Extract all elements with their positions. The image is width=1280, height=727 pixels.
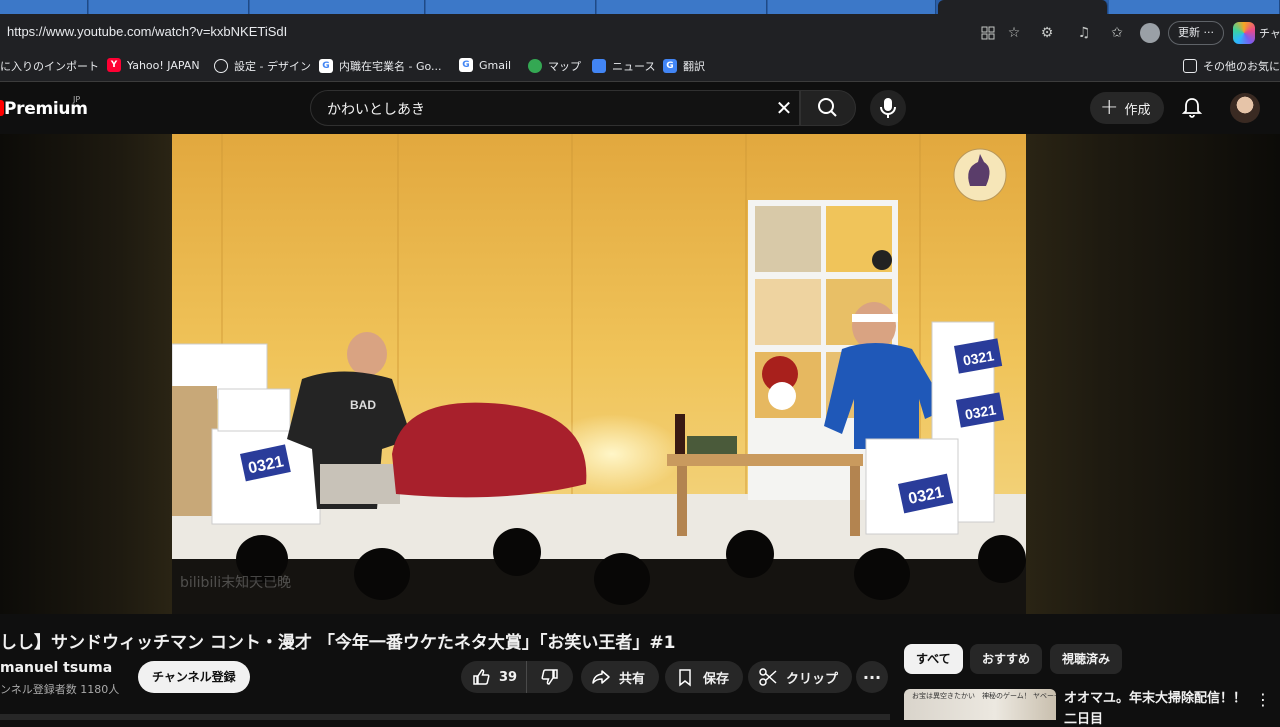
google-icon: G <box>319 59 333 73</box>
thumbnail-caption: お宝は異空きたかい 神秘のゲーム！ ヤベーぞ!! <box>912 692 1056 700</box>
like-count: 39 <box>499 669 518 685</box>
profile-icon[interactable] <box>1140 23 1160 43</box>
recommendation-title[interactable]: オオマユ。年末大掃除配信！！ <box>1064 690 1254 708</box>
like-button[interactable]: 39 <box>461 661 527 693</box>
video-frame[interactable]: 0321 BAD 0321 0321 0321 bilibili末知天已晚 <box>172 134 1026 614</box>
yahoo-icon: Y <box>107 58 121 72</box>
clip-button[interactable]: クリップ <box>748 661 853 693</box>
browser-tab[interactable] <box>426 0 596 14</box>
search-button[interactable] <box>800 90 856 126</box>
ambient-glow-right <box>1026 134 1280 614</box>
bookmarks-bar: に入りのインポート Y Yahoo! JAPAN 設定 - デザイン G 内職在… <box>0 51 1280 82</box>
address-bar: https://www.youtube.com/watch?v=kxbNKETi… <box>0 14 1280 51</box>
share-arrow-icon <box>592 670 610 684</box>
bookmark-import[interactable]: に入りのインポート <box>0 58 99 74</box>
browser-tab[interactable] <box>597 0 767 14</box>
thumbs-up-icon <box>473 669 490 685</box>
create-button[interactable]: + 作成 <box>1090 92 1165 124</box>
bookmark-yahoo[interactable]: Y Yahoo! JAPAN <box>107 58 200 72</box>
bookmark-news[interactable]: ニュース <box>592 58 655 74</box>
chip-recommended[interactable]: おすすめ <box>970 644 1043 674</box>
logo-region: JP <box>73 95 81 104</box>
extensions-icon[interactable]: ⚙ <box>1037 23 1057 43</box>
notifications-bell-icon[interactable] <box>1180 96 1204 120</box>
favorites-list-icon[interactable]: ✩ <box>1107 23 1127 43</box>
bookmark-icon <box>679 669 691 687</box>
plus-icon: + <box>1100 95 1119 120</box>
ambient-glow-left <box>0 134 172 614</box>
browser-tab[interactable] <box>0 0 88 14</box>
app-available-icon[interactable] <box>978 23 998 43</box>
search-input[interactable]: かわいとしあき ✕ <box>310 90 800 126</box>
like-dislike-group: 39 <box>461 661 573 693</box>
browser-tab[interactable] <box>89 0 249 14</box>
update-button[interactable]: 更新 ··· <box>1168 21 1224 45</box>
news-icon <box>592 59 606 73</box>
bookmark-settings[interactable]: 設定 - デザイン <box>214 58 311 74</box>
video-player[interactable]: 0321 BAD 0321 0321 0321 bilibili末知天已晚 <box>0 134 1280 614</box>
browser-tab[interactable] <box>250 0 425 14</box>
thumbs-down-icon <box>541 669 558 685</box>
bookmark-translate[interactable]: G 翻訳 <box>663 58 705 74</box>
voice-search-button[interactable] <box>870 90 906 126</box>
recommendation-thumbnail[interactable]: お宝は異空きたかい 神秘のゲーム！ ヤベーぞ!! <box>904 689 1056 720</box>
description-box-edge[interactable] <box>0 714 890 720</box>
bookmark-google-search[interactable]: G 内職在宅業名 - Go... <box>319 58 442 74</box>
recommendation-title-line2[interactable]: 二日目 <box>1064 708 1103 727</box>
bookmark-gmail[interactable]: G Gmail <box>459 58 511 72</box>
subscriber-count: ンネル登録者数 1180人 <box>0 683 120 696</box>
search-query[interactable]: かわいとしあき <box>327 99 425 119</box>
video-title: しし】サンドウィッチマン コント・漫才 「今年一番ウケたネタ大賞」「お笑い王者」… <box>0 633 676 653</box>
video-watermark: bilibili末知天已晚 <box>180 575 292 591</box>
channel-name[interactable]: manuel tsuma <box>0 660 112 676</box>
media-control-icon[interactable]: ♫ <box>1074 23 1094 43</box>
folder-icon <box>1183 59 1197 73</box>
microphone-icon <box>880 98 896 118</box>
copilot-icon[interactable] <box>1233 22 1255 44</box>
favorite-star-icon[interactable]: ☆ <box>1004 23 1024 43</box>
google-icon: G <box>459 58 473 72</box>
svg-text:BAD: BAD <box>350 398 376 412</box>
browser-tab[interactable] <box>1109 0 1280 14</box>
search-icon <box>818 98 837 117</box>
copilot-label[interactable]: チャッ <box>1259 25 1280 41</box>
stage-scene: 0321 BAD 0321 0321 0321 <box>172 134 1026 614</box>
chip-all[interactable]: すべて <box>904 644 963 674</box>
translate-icon: G <box>663 59 677 73</box>
save-button[interactable]: 保存 <box>665 661 744 693</box>
recommendation-menu-icon[interactable]: ⋮ <box>1255 690 1271 710</box>
share-button[interactable]: 共有 <box>581 661 660 693</box>
browser-tab-active[interactable] <box>938 0 1108 14</box>
scissors-icon <box>759 668 777 686</box>
other-bookmarks[interactable]: その他のお気に入 <box>1183 58 1280 74</box>
browser-tab[interactable] <box>768 0 936 14</box>
bookmark-maps[interactable]: マップ <box>528 58 581 74</box>
youtube-header: Premium JP かわいとしあき ✕ + 作成 <box>0 82 1280 134</box>
clear-search-icon[interactable]: ✕ <box>773 97 795 119</box>
more-actions-button[interactable]: ··· <box>856 661 888 693</box>
map-pin-icon <box>528 59 542 73</box>
subscribe-button[interactable]: チャンネル登録 <box>138 661 250 693</box>
url-field[interactable]: https://www.youtube.com/watch?v=kxbNKETi… <box>7 24 287 39</box>
dislike-button[interactable] <box>527 661 573 693</box>
chip-watched[interactable]: 視聴済み <box>1050 644 1123 674</box>
globe-icon <box>214 59 228 73</box>
account-avatar[interactable] <box>1230 93 1260 123</box>
browser-tab-strip <box>0 0 1280 14</box>
